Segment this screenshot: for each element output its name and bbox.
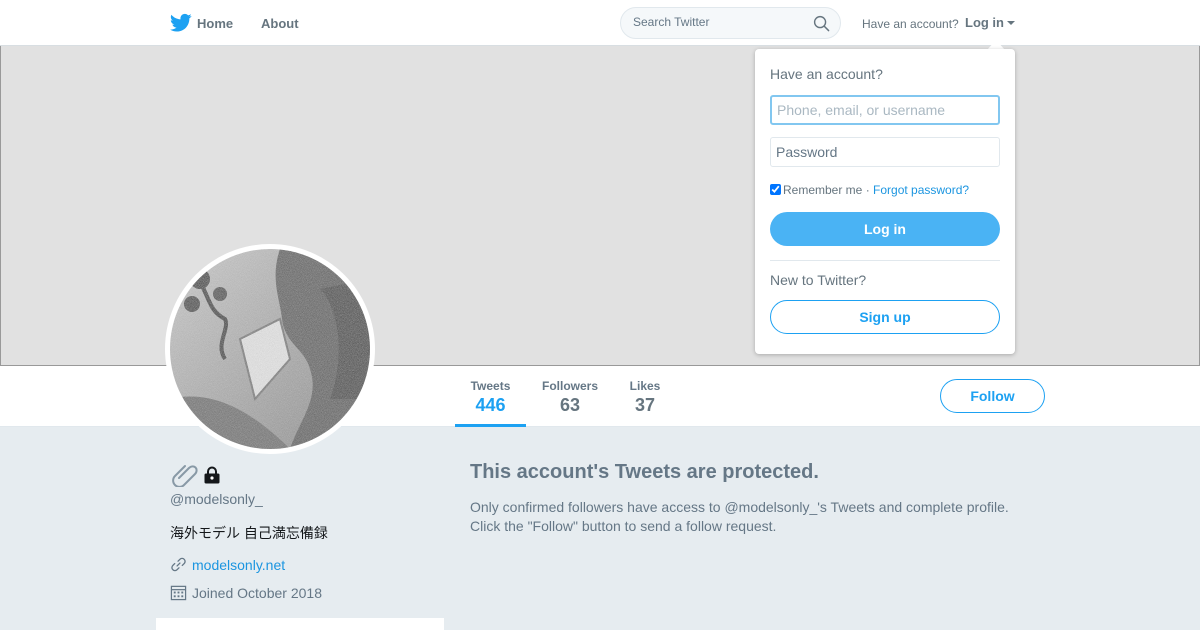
remember-me-checkbox[interactable] [770,184,781,195]
password-field[interactable] [770,137,1000,167]
search-input[interactable] [633,15,813,29]
divider [770,260,1000,261]
stat-tweets-label: Tweets [470,379,511,393]
signup-button[interactable]: Sign up [770,300,1000,334]
stat-tweets-value: 446 [475,395,506,415]
stat-followers-label: Followers [541,379,598,393]
stat-likes[interactable]: Likes 37 [620,379,670,416]
new-to-twitter-text: New to Twitter? [770,272,867,288]
link-icon [171,557,186,572]
profile-handle: @modelsonly_ [170,491,263,507]
chevron-down-icon[interactable] [1007,21,1015,25]
have-account-text: Have an account? [862,17,959,31]
follow-button[interactable]: Follow [940,379,1045,413]
twitter-bird-icon[interactable] [170,13,192,33]
avatar[interactable] [165,244,375,454]
remember-me-label[interactable]: Remember me [783,183,862,197]
protected-message: Only confirmed followers have access to … [470,499,1009,534]
top-bar: Home About Have an account? Log in [0,0,1200,46]
lock-icon [204,466,220,484]
login-dropdown-title: Have an account? [770,66,883,82]
stat-likes-value: 37 [634,395,656,415]
avatar-image [170,249,370,449]
profile-bio: 海外モデル 自己満忘備録 [170,525,328,541]
stat-tweets[interactable]: Tweets 446 [455,379,526,427]
stat-likes-label: Likes [629,379,661,393]
login-menu-link[interactable]: Log in [965,15,1004,30]
search-icon[interactable] [813,15,830,32]
profile-website-link[interactable]: modelsonly.net [192,557,285,573]
username-field[interactable] [770,95,1000,125]
calendar-icon [170,585,187,601]
protected-title: This account's Tweets are protected. [470,461,819,483]
login-button[interactable]: Log in [770,212,1000,246]
remember-me-row: Remember me · Forgot password? [770,183,969,197]
paperclip-icon [172,465,198,487]
stat-followers[interactable]: Followers 63 [535,379,605,416]
forgot-password-link[interactable]: Forgot password? [873,183,969,197]
sidebar-card [156,618,444,630]
nav-home-link[interactable]: Home [197,16,233,31]
stat-followers-value: 63 [559,395,581,415]
nav-about-link[interactable]: About [261,16,299,31]
separator-dot: · [862,183,874,197]
search-box[interactable] [620,7,841,39]
login-dropdown: Have an account? Remember me · Forgot pa… [755,49,1015,354]
joined-date-text: Joined October 2018 [192,585,322,601]
